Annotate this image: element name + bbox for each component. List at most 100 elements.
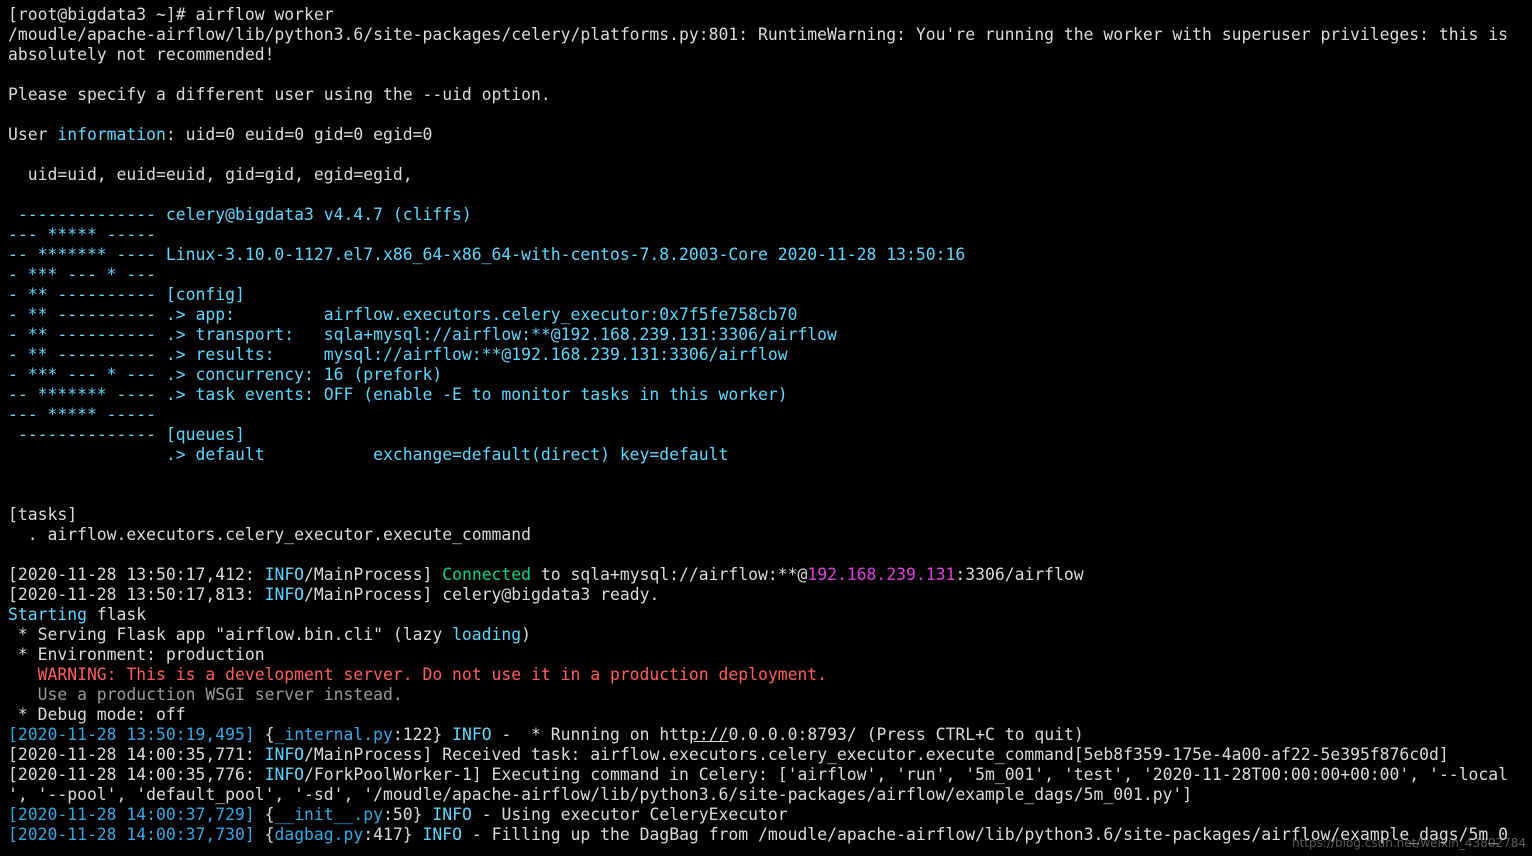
terminal-text-segment: dagbag.py bbox=[274, 825, 364, 844]
terminal-text-segment: -- ******* ---- Linux-3.10.0-1127.el7.x8… bbox=[8, 245, 966, 264]
terminal-text-segment: :3306/airflow bbox=[955, 565, 1084, 584]
terminal-text-segment: - *** --- * --- .> concurrency: 16 (pref… bbox=[8, 365, 443, 384]
terminal-text-segment: - ** ---------- [config] bbox=[8, 285, 245, 304]
terminal-text-segment: INFO bbox=[264, 565, 305, 584]
terminal-line: - *** --- * --- bbox=[8, 265, 1532, 285]
terminal-text-segment: INFO bbox=[422, 825, 462, 844]
terminal-line: [2020-11-28 14:00:35,776: INFO/ForkPoolW… bbox=[8, 765, 1532, 785]
terminal-text-segment: - ** ---------- .> app: airflow.executor… bbox=[8, 305, 798, 324]
terminal-line: - ** ---------- .> app: airflow.executor… bbox=[8, 305, 1532, 325]
terminal-text-segment: INFO bbox=[452, 725, 492, 744]
terminal-line: * Serving Flask app "airflow.bin.cli" (l… bbox=[8, 625, 1532, 645]
terminal-line: --- ***** ----- bbox=[8, 225, 1532, 245]
terminal-text-segment: -------------- [queues] bbox=[8, 425, 245, 444]
terminal-text-segment: { bbox=[254, 805, 275, 824]
terminal-text-segment: * Debug mode: off bbox=[8, 705, 186, 724]
terminal-text-segment: _internal.py bbox=[274, 725, 393, 744]
terminal-text-segment: Please specify a different user using th… bbox=[8, 85, 551, 104]
terminal-text-segment: [2020-11-28 13:50:17,412: bbox=[8, 565, 265, 584]
terminal-text-segment: - Using executor CeleryExecutor bbox=[471, 805, 788, 824]
terminal-line: [tasks] bbox=[8, 505, 1532, 525]
terminal-text-segment: { bbox=[254, 825, 275, 844]
terminal-line: .> default exchange=default(direct) key=… bbox=[8, 445, 1532, 465]
terminal-text-segment: --- ***** ----- bbox=[8, 225, 157, 244]
terminal-line: * Environment: production bbox=[8, 645, 1532, 665]
terminal-text-segment: -- ******* ---- .> task events: OFF (ena… bbox=[8, 385, 788, 404]
terminal-text-segment: :417} bbox=[363, 825, 423, 844]
terminal-line: - *** --- * --- .> concurrency: 16 (pref… bbox=[8, 365, 1532, 385]
terminal-line: . airflow.executors.celery_executor.exec… bbox=[8, 525, 1532, 545]
terminal-line: [2020-11-28 13:50:17,412: INFO/MainProce… bbox=[8, 565, 1532, 585]
terminal-text-segment: uid=uid, euid=euid, gid=gid, egid=egid, bbox=[8, 165, 413, 184]
terminal-text-segment: : uid=0 euid=0 gid=0 egid=0 bbox=[165, 125, 433, 144]
terminal-text-segment: - ** ---------- .> transport: sqla+mysql… bbox=[8, 325, 837, 344]
terminal-line: [2020-11-28 14:00:37,729] {__init__.py:5… bbox=[8, 805, 1532, 825]
terminal-text-segment: - *** --- * --- bbox=[8, 265, 157, 284]
terminal-text-segment: - ** ---------- .> results: mysql://airf… bbox=[8, 345, 788, 364]
terminal-text-segment: flask bbox=[86, 605, 147, 624]
terminal-text-segment: [root@bigdata3 ~]# airflow worker bbox=[8, 5, 334, 24]
terminal-text-segment: [2020-11-28 14:00:35,771: bbox=[8, 745, 265, 764]
terminal-text-segment: . airflow.executors.celery_executor.exec… bbox=[8, 525, 532, 544]
terminal-text-segment: ) bbox=[521, 625, 532, 644]
terminal-line: Please specify a different user using th… bbox=[8, 85, 1532, 105]
terminal-text-segment: loading bbox=[452, 625, 522, 644]
terminal-line: /moudle/apache-airflow/lib/python3.6/sit… bbox=[8, 25, 1532, 45]
terminal-text-segment: * Environment: production bbox=[8, 645, 265, 664]
terminal-text-segment: INFO bbox=[432, 805, 472, 824]
terminal-text-segment: [2020-11-28 14:00:37,729] bbox=[8, 805, 255, 824]
terminal-text-segment: .> default exchange=default(direct) key=… bbox=[8, 445, 729, 464]
terminal-line: -------------- [queues] bbox=[8, 425, 1532, 445]
terminal-text-segment: to sqla+mysql://airflow:**@ bbox=[531, 565, 808, 584]
terminal-text-segment: :50} bbox=[383, 805, 433, 824]
terminal-text-segment: * Serving Flask app "airflow.bin.cli" (l… bbox=[8, 625, 453, 644]
terminal-line: - ** ---------- .> transport: sqla+mysql… bbox=[8, 325, 1532, 345]
terminal-text-segment: /MainProcess] Received task: airflow.exe… bbox=[304, 745, 1449, 764]
terminal-line: -- ******* ---- Linux-3.10.0-1127.el7.x8… bbox=[8, 245, 1532, 265]
terminal-line: -------------- celery@bigdata3 v4.4.7 (c… bbox=[8, 205, 1532, 225]
terminal-output[interactable]: [root@bigdata3 ~]# airflow worker/moudle… bbox=[0, 0, 1532, 856]
terminal-text-segment: /MainProcess] bbox=[304, 565, 443, 584]
terminal-text-segment: /ForkPoolWorker-1] Executing command in … bbox=[304, 765, 1508, 784]
terminal-line: [2020-11-28 13:50:17,813: INFO/MainProce… bbox=[8, 585, 1532, 605]
watermark-text: https://blog.csdn.net/weixin_43802784 bbox=[1291, 836, 1526, 850]
terminal-text-segment: Connected bbox=[442, 565, 532, 584]
terminal-line: -- ******* ---- .> task events: OFF (ena… bbox=[8, 385, 1532, 405]
terminal-text-segment: 0.0.0.0:8793/ (Press CTRL+C to quit) bbox=[728, 725, 1084, 744]
terminal-line: - ** ---------- .> results: mysql://airf… bbox=[8, 345, 1532, 365]
terminal-text-segment: WARNING: This is a development server. D… bbox=[8, 665, 828, 684]
terminal-line: absolutely not recommended! bbox=[8, 45, 1532, 65]
terminal-text-segment: [2020-11-28 14:00:35,776: bbox=[8, 765, 265, 784]
terminal-text-segment: INFO bbox=[264, 745, 305, 764]
terminal-text-segment: absolutely not recommended! bbox=[8, 45, 275, 64]
terminal-text-segment: { bbox=[254, 725, 275, 744]
terminal-line: uid=uid, euid=euid, gid=gid, egid=egid, bbox=[8, 165, 1532, 185]
terminal-text-segment: [2020-11-28 13:50:17,813: bbox=[8, 585, 265, 604]
terminal-text-segment: /MainProcess] celery@bigdata3 ready. bbox=[304, 585, 660, 604]
terminal-text-segment: [2020-11-28 13:50:19,495] bbox=[8, 725, 255, 744]
terminal-text-segment: User bbox=[8, 125, 58, 144]
terminal-line: * Debug mode: off bbox=[8, 705, 1532, 725]
terminal-text-segment: 192.168.239.131 bbox=[807, 565, 956, 584]
terminal-line: WARNING: This is a development server. D… bbox=[8, 665, 1532, 685]
terminal-text-segment: p:// bbox=[688, 725, 729, 744]
terminal-text-segment: [2020-11-28 14:00:37,730] bbox=[8, 825, 255, 844]
terminal-text-segment: INFO bbox=[264, 585, 305, 604]
terminal-text-segment: Starting bbox=[8, 605, 87, 624]
terminal-text-segment: - * Running on htt bbox=[491, 725, 689, 744]
terminal-line: --- ***** ----- bbox=[8, 405, 1532, 425]
terminal-text-segment: [tasks] bbox=[8, 505, 78, 524]
terminal-line: [root@bigdata3 ~]# airflow worker bbox=[8, 5, 1532, 25]
terminal-text-segment: Use a production WSGI server instead. bbox=[8, 685, 403, 704]
terminal-text-segment: --- ***** ----- bbox=[8, 405, 157, 424]
terminal-text-segment: INFO bbox=[264, 765, 305, 784]
terminal-line: Use a production WSGI server instead. bbox=[8, 685, 1532, 705]
terminal-line: Starting flask bbox=[8, 605, 1532, 625]
